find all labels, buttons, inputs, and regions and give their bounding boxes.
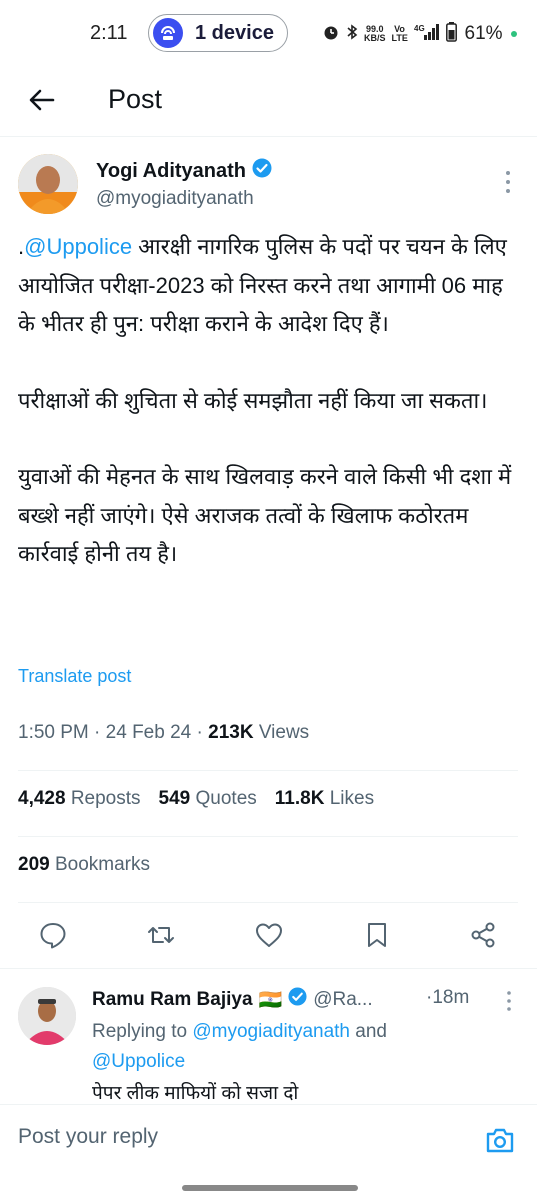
- status-icons: 99.0 KB/S Vo LTE 4G 61%: [322, 22, 517, 45]
- like-icon[interactable]: [254, 920, 284, 950]
- reposts-stat[interactable]: 4,428 Reposts: [18, 788, 141, 810]
- svg-text:4G: 4G: [414, 24, 425, 33]
- camera-icon[interactable]: [484, 1125, 516, 1155]
- reply-item[interactable]: Ramu Ram Bajiya 🇮🇳 @Ra... ·18m Replying …: [0, 968, 537, 1104]
- author-handle[interactable]: @myogiadityanath: [96, 188, 254, 210]
- views-count: 213K: [208, 722, 254, 743]
- replying-prefix: Replying to: [92, 1021, 193, 1042]
- verified-icon: [288, 987, 307, 1012]
- post-date: 24 Feb 24: [105, 722, 192, 743]
- signal-icon: 4G: [414, 23, 440, 44]
- wifi-hotspot-icon: [153, 18, 183, 48]
- reply-author-handle: @Ra...: [313, 988, 373, 1010]
- quotes-count: 549: [158, 788, 191, 809]
- divider: [18, 902, 518, 903]
- post-paragraph-1: .@Uppolice आरक्षी नागरिक पुलिस के पदों प…: [18, 228, 518, 344]
- battery-percent: 61%: [464, 22, 503, 44]
- replying-user-1[interactable]: @myogiadityanath: [192, 1021, 350, 1042]
- reply-time: ·18m: [426, 987, 470, 1008]
- bookmarks-stat[interactable]: 209 Bookmarks: [18, 854, 150, 876]
- quotes-stat[interactable]: 549 Quotes: [159, 788, 257, 810]
- author-avatar[interactable]: [18, 154, 78, 214]
- reply-text: पेपर लीक माफियों को सजा दो: [92, 1083, 299, 1104]
- post-stats: 4,428 Reposts 549 Quotes 11.8K Likes: [18, 788, 374, 810]
- more-icon[interactable]: [500, 989, 518, 1013]
- divider: [18, 836, 518, 837]
- views-label: Views: [258, 722, 310, 743]
- reply-author-name: Ramu Ram Bajiya: [92, 988, 253, 1010]
- reply-author[interactable]: Ramu Ram Bajiya 🇮🇳 @Ra...: [92, 987, 373, 1012]
- post-meta: 1:50 PM · 24 Feb 24 · 213K Views: [18, 722, 310, 743]
- device-pill[interactable]: 1 device: [148, 14, 288, 52]
- more-icon[interactable]: [498, 168, 518, 196]
- replying-and: and: [350, 1021, 387, 1042]
- verified-icon: [252, 158, 272, 184]
- status-time: 2:11: [90, 22, 128, 44]
- reply-input[interactable]: Post your reply: [18, 1125, 158, 1149]
- mention-link[interactable]: @Uppolice: [24, 234, 132, 259]
- author-name-text: Yogi Adityanath: [96, 159, 246, 182]
- post-paragraph-3: युवाओं की मेहनत के साथ खिलवाड़ करने वाले…: [18, 464, 512, 566]
- india-flag: 🇮🇳: [258, 989, 283, 1011]
- likes-count: 11.8K: [274, 788, 325, 809]
- reply-composer: Post your reply: [0, 1104, 537, 1201]
- reply-icon[interactable]: [38, 920, 68, 950]
- battery-icon: [445, 22, 457, 45]
- bookmark-icon[interactable]: [362, 920, 392, 950]
- replying-to: Replying to @myogiadityanath and @Uppoli…: [92, 1017, 512, 1077]
- volte-label: Vo LTE: [391, 23, 408, 43]
- replying-user-2[interactable]: @Uppolice: [92, 1051, 185, 1072]
- action-bar: [0, 912, 537, 960]
- device-pill-label: 1 device: [195, 21, 274, 44]
- likes-label: Likes: [329, 788, 375, 809]
- privacy-dot: [510, 30, 517, 37]
- repost-icon[interactable]: [146, 920, 176, 950]
- page-title: Post: [108, 84, 163, 114]
- likes-stat[interactable]: 11.8K Likes: [275, 788, 374, 810]
- reply-avatar[interactable]: [18, 987, 76, 1045]
- translate-post-link[interactable]: Translate post: [18, 666, 131, 687]
- bluetooth-icon: [346, 23, 358, 44]
- reposts-label: Reposts: [70, 788, 141, 809]
- network-speed: 99.0 KB/S: [364, 24, 386, 43]
- bookmarks-label: Bookmarks: [54, 854, 151, 875]
- author-name[interactable]: Yogi Adityanath: [96, 158, 272, 184]
- alarm-icon: [322, 23, 340, 44]
- reposts-count: 4,428: [18, 788, 66, 809]
- divider: [18, 770, 518, 771]
- back-arrow-icon[interactable]: [26, 84, 58, 116]
- home-indicator[interactable]: [182, 1185, 358, 1191]
- post-text: .@Uppolice आरक्षी नागरिक पुलिस के पदों प…: [18, 228, 518, 612]
- quotes-label: Quotes: [195, 788, 257, 809]
- bookmarks-count: 209: [18, 854, 50, 875]
- top-app-bar: Post: [0, 70, 537, 137]
- share-icon[interactable]: [468, 920, 498, 950]
- network-speed-unit: KB/S: [364, 32, 386, 43]
- status-bar: 2:11 1 device 99.0 KB/S Vo LTE 4G 61%: [0, 0, 537, 70]
- post-time: 1:50 PM: [18, 722, 89, 743]
- post-paragraph-2: परीक्षाओं की शुचिता से कोई समझौता नहीं क…: [18, 387, 488, 413]
